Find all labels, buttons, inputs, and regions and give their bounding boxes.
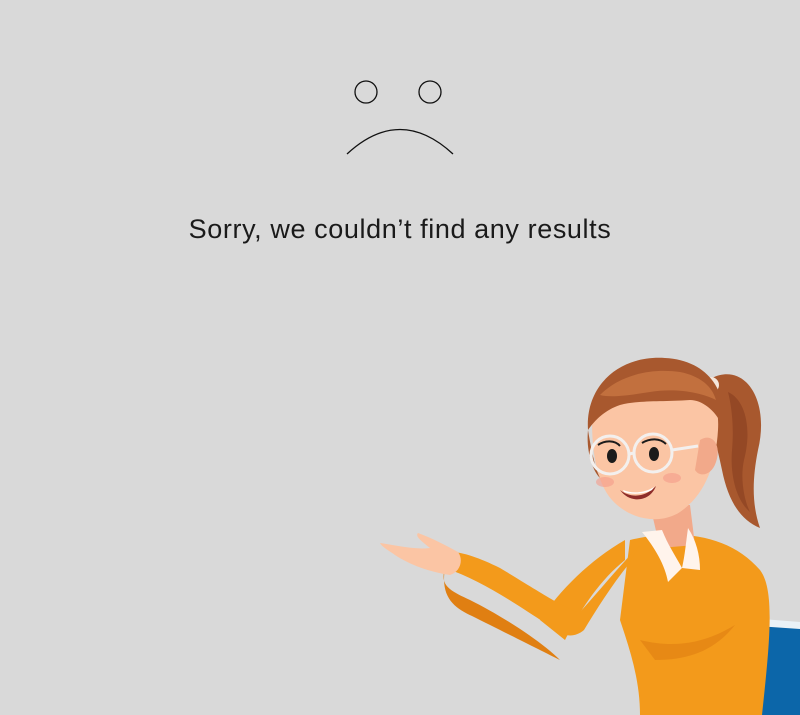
- woman-presenting-illustration: [380, 357, 800, 715]
- sad-face-icon: [346, 80, 454, 155]
- sad-face-mouth: [346, 128, 454, 155]
- empty-state-page: Sorry, we couldn’t find any results: [0, 0, 800, 715]
- sad-face-right-eye: [418, 80, 442, 104]
- no-results-message: Sorry, we couldn’t find any results: [188, 214, 612, 244]
- sad-face-left-eye: [354, 80, 378, 104]
- hand: [380, 533, 461, 575]
